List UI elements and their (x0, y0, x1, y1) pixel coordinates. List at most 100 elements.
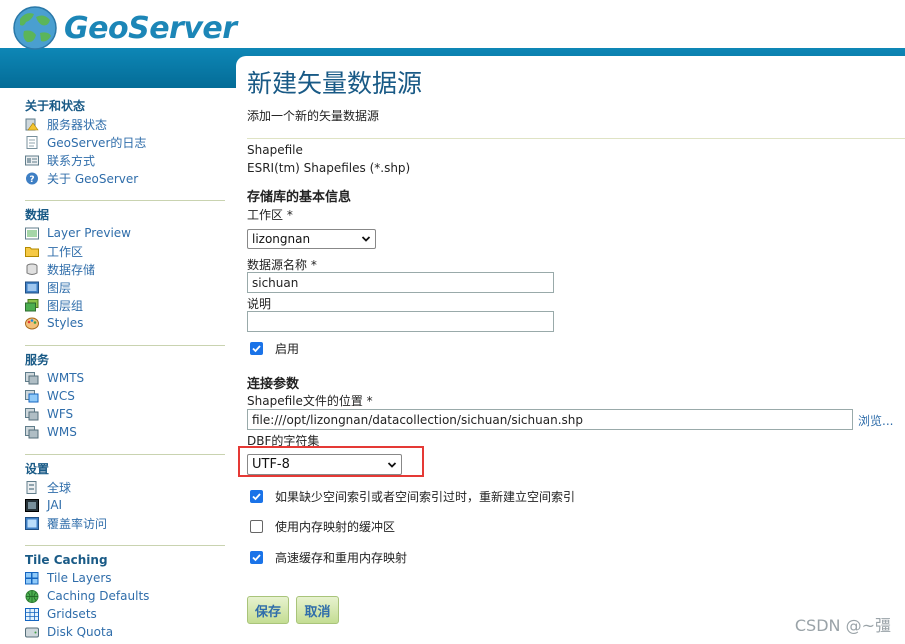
folder-icon (25, 246, 39, 257)
sidebar-item-jai[interactable]: JAI (25, 496, 225, 514)
save-button[interactable]: 保存 (247, 596, 289, 624)
sidebar-item-layer-preview[interactable]: Layer Preview (25, 224, 225, 242)
sidebar-item-label: 工作区 (47, 244, 84, 259)
sidebar-item-label: WMS (47, 425, 77, 439)
enabled-label: 启用 (275, 342, 300, 356)
sidebar-item-label: WCS (47, 389, 75, 403)
rebuild-index-checkbox[interactable] (250, 490, 263, 503)
nav-title-data: 数据 (25, 208, 50, 222)
datasource-name-label: 数据源名称 * (247, 258, 317, 272)
sidebar-divider (25, 545, 225, 546)
sidebar-item-label: 关于 GeoServer (47, 171, 139, 186)
workspace-label: 工作区 * (247, 208, 293, 222)
nav-section-data: 数据 Layer Preview 工作区 数据存储 图层 图层组 Styles (25, 206, 225, 332)
nav-section-settings: 设置 全球 JAI 覆盖率访问 (25, 460, 225, 532)
sidebar-item-global[interactable]: 全球 (25, 478, 225, 496)
sidebar-item-about[interactable]: ? 关于 GeoServer (25, 169, 225, 187)
cache-memory-maps-checkbox-row[interactable]: 高速缓存和重用内存映射 (250, 549, 407, 566)
shapefile-location-input[interactable]: file:///opt/lizongnan/datacollection/sic… (247, 409, 853, 430)
service-icon (25, 389, 39, 402)
page-title: 新建矢量数据源 (247, 69, 423, 98)
log-file-icon (26, 135, 38, 149)
workspace-select[interactable]: lizongnan (247, 229, 376, 249)
workspace-select-value: lizongnan (252, 232, 311, 246)
globe-icon (25, 589, 39, 603)
datasource-name-input[interactable]: sichuan (247, 272, 554, 293)
cancel-button[interactable]: 取消 (296, 596, 339, 624)
sidebar-item-server-status[interactable]: 服务器状态 (25, 115, 225, 133)
sidebar-item-logs[interactable]: GeoServer的日志 (25, 133, 225, 151)
sidebar-item-label: 数据存储 (47, 262, 96, 277)
service-icon (25, 407, 39, 420)
sidebar-item-label: Caching Defaults (47, 589, 150, 603)
watermark: CSDN @~彊 (794, 616, 891, 635)
rebuild-index-checkbox-row[interactable]: 如果缺少空间索引或者空间索引过时，重新建立空间索引 (250, 488, 575, 505)
sidebar-item-label: Disk Quota (47, 625, 114, 639)
sidebar-item-tile-layers[interactable]: Tile Layers (25, 569, 225, 587)
sidebar-item-layer-groups[interactable]: 图层组 (25, 296, 225, 314)
service-icon (25, 371, 39, 384)
memory-mapped-buffer-checkbox-row[interactable]: 使用内存映射的缓冲区 (250, 518, 395, 535)
sidebar-item-label: 全球 (47, 480, 72, 495)
palette-icon (25, 317, 39, 329)
cache-memory-maps-checkbox[interactable] (250, 551, 263, 564)
help-icon: ? (26, 172, 38, 185)
server-status-icon (25, 118, 39, 130)
service-icon (25, 425, 39, 438)
sidebar-item-label: Styles (47, 316, 84, 330)
nav-section-tile-caching: Tile Caching Tile Layers Caching Default… (25, 551, 225, 641)
store-type: Shapefile (247, 143, 303, 157)
sidebar-divider (25, 200, 225, 201)
sidebar-item-contact[interactable]: 联系方式 (25, 151, 225, 169)
enabled-checkbox-row[interactable]: 启用 (250, 340, 299, 357)
chevron-down-icon (361, 236, 371, 242)
checkmark-icon (252, 554, 261, 562)
sidebar-item-label: 图层组 (47, 298, 84, 313)
enabled-checkbox[interactable] (250, 342, 263, 355)
sidebar-item-wmts[interactable]: WMTS (25, 369, 225, 387)
contact-card-icon (25, 155, 39, 165)
sidebar-item-coverage-access[interactable]: 覆盖率访问 (25, 514, 225, 532)
sidebar-item-label: 联系方式 (47, 153, 96, 168)
page-description: 添加一个新的矢量数据源 (247, 109, 380, 123)
sidebar-divider (25, 454, 225, 455)
layer-preview-icon (25, 227, 39, 239)
layer-icon (25, 281, 39, 293)
sidebar-item-label: Layer Preview (47, 226, 131, 240)
checkmark-icon (252, 493, 261, 501)
sidebar-item-styles[interactable]: Styles (25, 314, 225, 332)
charset-highlight-box (238, 446, 424, 477)
tile-layers-icon (25, 571, 39, 584)
rebuild-index-label: 如果缺少空间索引或者空间索引过时，重新建立空间索引 (275, 490, 576, 504)
sidebar-item-label: 图层 (47, 280, 72, 295)
basic-info-heading: 存储库的基本信息 (247, 190, 352, 205)
sidebar-item-wfs[interactable]: WFS (25, 405, 225, 423)
settings-page-icon (26, 480, 37, 494)
sidebar-item-gridsets[interactable]: Gridsets (25, 605, 225, 623)
sidebar-item-caching-defaults[interactable]: Caching Defaults (25, 587, 225, 605)
sidebar-item-layers[interactable]: 图层 (25, 278, 225, 296)
sidebar-item-stores[interactable]: 数据存储 (25, 260, 225, 278)
browse-link[interactable]: 浏览... (858, 412, 893, 429)
sidebar-item-wcs[interactable]: WCS (25, 387, 225, 405)
connection-params-heading: 连接参数 (247, 377, 300, 392)
sidebar-item-disk-quota[interactable]: Disk Quota (25, 623, 225, 641)
description-input[interactable] (247, 311, 554, 332)
description-label: 说明 (247, 297, 272, 311)
coverage-icon (25, 516, 39, 530)
sidebar-item-label: 服务器状态 (47, 117, 108, 132)
nav-title-services: 服务 (25, 353, 50, 367)
database-icon (26, 263, 38, 275)
geoserver-logo[interactable]: GeoServer (12, 5, 237, 51)
nav-section-about: 关于和状态 服务器状态 GeoServer的日志 联系方式 ? 关于 GeoSe… (25, 97, 225, 187)
section-divider (247, 138, 905, 139)
memory-mapped-buffer-checkbox[interactable] (250, 520, 263, 533)
store-type-description: ESRI(tm) Shapefiles (*.shp) (247, 161, 411, 175)
sidebar-item-wms[interactable]: WMS (25, 423, 225, 441)
sidebar-item-label: GeoServer的日志 (47, 135, 147, 150)
sidebar-item-workspaces[interactable]: 工作区 (25, 242, 225, 260)
nav-title-about: 关于和状态 (25, 99, 86, 113)
sidebar-item-label: 覆盖率访问 (47, 516, 108, 531)
globe-icon (13, 6, 57, 50)
disk-icon (25, 627, 39, 637)
